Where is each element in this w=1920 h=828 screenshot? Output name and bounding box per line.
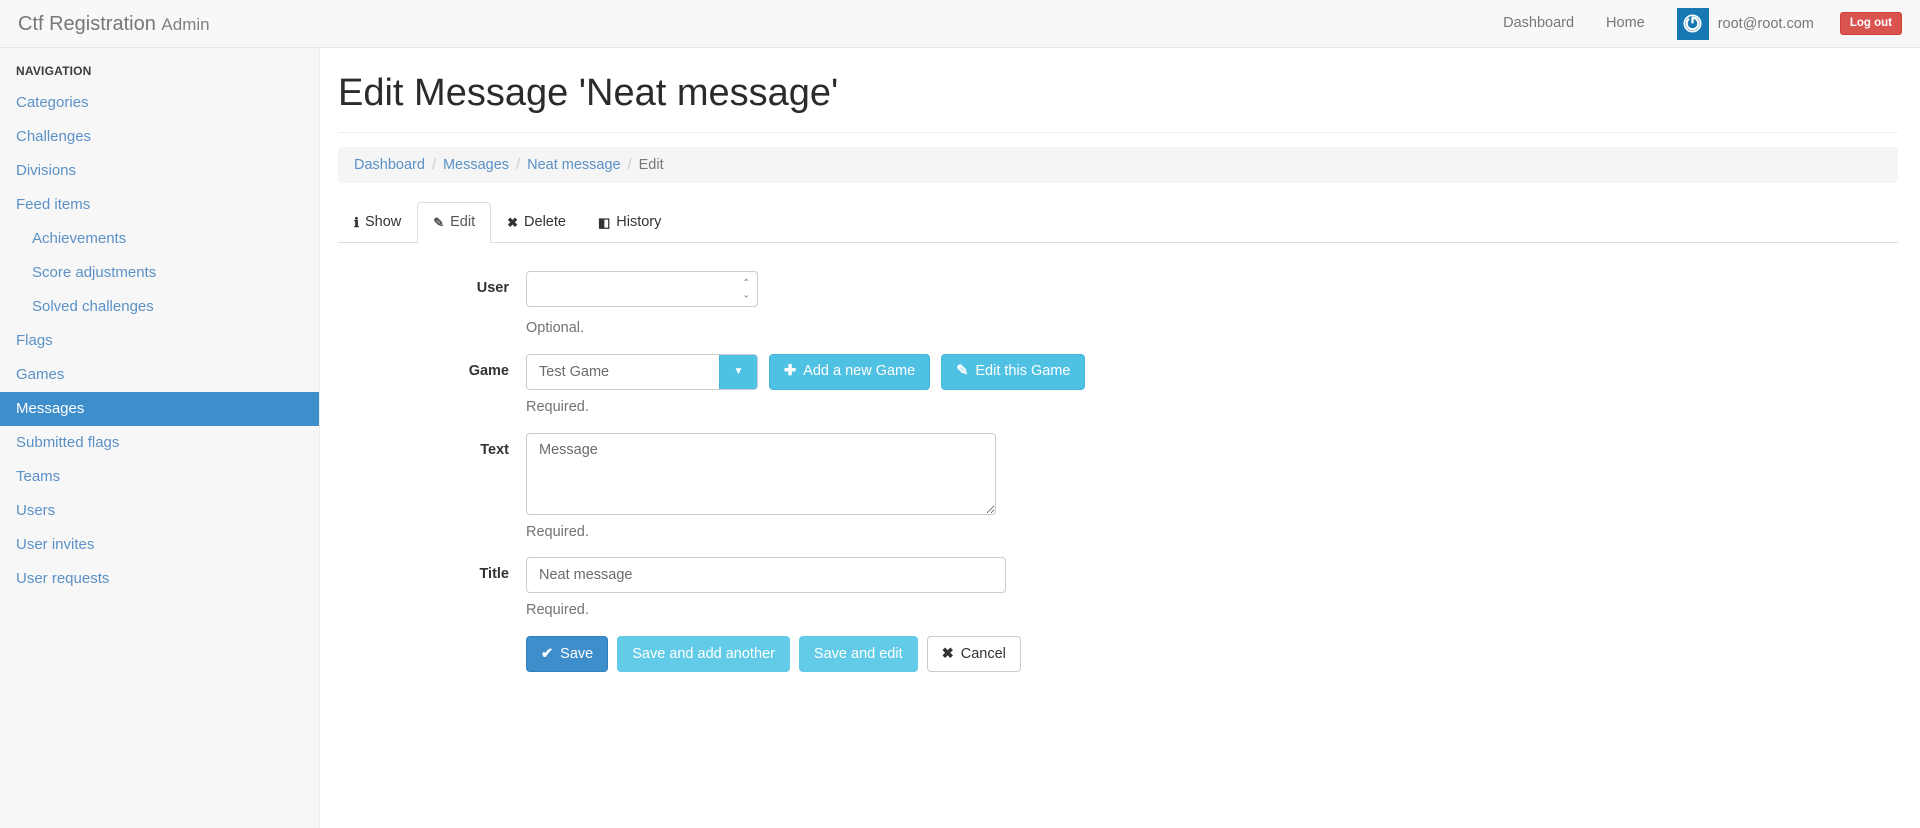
user-label: User [476, 279, 509, 296]
sidebar-item-feed-items[interactable]: Feed items [0, 188, 319, 222]
text-label: Text [480, 441, 509, 458]
main-content: Edit Message 'Neat message' Dashboard / … [321, 48, 1920, 828]
spinner-icons[interactable]: ⌃ ⌄ [742, 278, 750, 299]
edit-this-game-button[interactable]: ✎ Edit this Game [941, 353, 1086, 390]
chevron-up-icon[interactable]: ⌃ [742, 278, 750, 287]
form-row-game: Game Test Game ▼ ✚ Add a new Game ✎ Edit… [338, 353, 1898, 417]
actions-field-wrap: ✔ Save Save and add another Save and edi… [526, 636, 1898, 673]
cancel-button-label: Cancel [960, 646, 1006, 663]
top-navbar: Ctf Registration Admin Dashboard Home ro… [0, 0, 1920, 48]
save-and-edit-button[interactable]: Save and edit [798, 636, 918, 673]
edit-message-form: User ⌃ ⌄ Optional. Game Test Game ▼ ✚ Ad… [338, 270, 1898, 673]
breadcrumb-item-messages[interactable]: Messages [443, 157, 509, 173]
save-button[interactable]: ✔ Save [526, 636, 609, 673]
add-new-game-button[interactable]: ✚ Add a new Game [769, 353, 931, 390]
add-new-game-label: Add a new Game [803, 363, 916, 380]
game-select-value: Test Game [539, 363, 610, 380]
edit-this-game-label: Edit this Game [975, 363, 1071, 380]
nav-link-home[interactable]: Home [1590, 0, 1661, 47]
tab-edit[interactable]: ✎ Edit [417, 202, 492, 243]
sidebar-item-submitted-flags[interactable]: Submitted flags [0, 426, 319, 460]
chevron-down-icon[interactable]: ⌄ [742, 290, 750, 299]
save-and-add-another-button[interactable]: Save and add another [617, 636, 790, 673]
info-icon: ℹ [354, 214, 359, 230]
game-help-text: Required. [526, 398, 589, 415]
book-icon: ◧ [597, 214, 611, 230]
user-select[interactable]: ⌃ ⌄ [526, 270, 758, 307]
tab-delete[interactable]: ✖ Delete [491, 202, 582, 243]
form-row-text: Text Required. [338, 432, 1898, 542]
pencil-icon: ✎ [956, 363, 969, 380]
actions-spacer [338, 636, 526, 645]
form-actions: ✔ Save Save and add another Save and edi… [526, 636, 1898, 673]
game-select[interactable]: Test Game ▼ [526, 353, 758, 390]
form-row-title: Title Required. [338, 557, 1898, 620]
sidebar-item-messages[interactable]: Messages [0, 392, 319, 426]
tab-delete-label: Delete [524, 214, 566, 231]
chevron-down-icon[interactable]: ▼ [719, 354, 757, 389]
plus-icon: ✚ [784, 363, 797, 380]
cross-icon: ✖ [941, 646, 954, 663]
logout-button[interactable]: Log out [1839, 11, 1902, 36]
tab-edit-label: Edit [450, 214, 476, 231]
breadcrumb-item-dashboard[interactable]: Dashboard [354, 157, 425, 173]
brand-sub-label: Admin [161, 14, 210, 34]
page-title: Edit Message 'Neat message' [338, 73, 1898, 133]
sidebar-item-user-invites[interactable]: User invites [0, 528, 319, 562]
sidebar-item-challenges[interactable]: Challenges [0, 120, 319, 154]
user-field-wrap: ⌃ ⌄ Optional. [526, 270, 1898, 338]
title-help-text: Required. [526, 602, 589, 619]
breadcrumb-separator: / [627, 156, 632, 173]
sidebar-item-score-adjustments[interactable]: Score adjustments [0, 256, 319, 290]
save-button-label: Save [560, 646, 594, 663]
text-field-wrap: Required. [526, 432, 1898, 542]
sidebar: NAVIGATION Categories Challenges Divisio… [0, 48, 320, 828]
user-menu[interactable]: root@root.com [1661, 7, 1822, 40]
breadcrumb-item-neat-message[interactable]: Neat message [527, 157, 621, 173]
game-label: Game [468, 362, 509, 379]
cross-icon: ✖ [507, 214, 519, 230]
form-row-actions: ✔ Save Save and add another Save and edi… [338, 636, 1898, 673]
sidebar-item-flags[interactable]: Flags [0, 324, 319, 358]
game-field-wrap: Test Game ▼ ✚ Add a new Game ✎ Edit this… [526, 353, 1898, 417]
power-icon [1676, 7, 1709, 40]
breadcrumb-separator: / [431, 156, 436, 173]
tab-bar: ℹ Show ✎ Edit ✖ Delete ◧ History [338, 201, 1898, 243]
user-help-text: Optional. [526, 319, 585, 336]
sidebar-item-games[interactable]: Games [0, 358, 319, 392]
breadcrumb: Dashboard / Messages / Neat message / Ed… [338, 146, 1898, 183]
sidebar-item-user-requests[interactable]: User requests [0, 562, 319, 596]
title-label: Title [479, 566, 509, 583]
brand-main-label: Ctf Registration [18, 12, 156, 35]
title-input[interactable] [526, 557, 1006, 594]
tab-history[interactable]: ◧ History [582, 202, 677, 243]
sidebar-header: NAVIGATION [16, 64, 92, 78]
check-icon: ✔ [541, 646, 554, 663]
cancel-button[interactable]: ✖ Cancel [926, 636, 1021, 673]
text-help-text: Required. [526, 523, 589, 540]
breadcrumb-item-edit: Edit [638, 156, 664, 173]
breadcrumb-separator: / [516, 156, 521, 173]
sidebar-item-users[interactable]: Users [0, 494, 319, 528]
text-textarea[interactable] [526, 432, 996, 515]
sidebar-item-teams[interactable]: Teams [0, 460, 319, 494]
form-row-user: User ⌃ ⌄ Optional. [338, 270, 1898, 338]
brand-link[interactable]: Ctf Registration Admin [18, 14, 210, 34]
sidebar-item-achievements[interactable]: Achievements [0, 222, 319, 256]
tab-history-label: History [616, 214, 662, 231]
title-field-wrap: Required. [526, 557, 1898, 620]
game-controls: Test Game ▼ ✚ Add a new Game ✎ Edit this… [526, 353, 1898, 390]
tab-show[interactable]: ℹ Show [338, 202, 417, 243]
sidebar-item-divisions[interactable]: Divisions [0, 154, 319, 188]
pencil-icon: ✎ [433, 214, 445, 230]
nav-link-dashboard[interactable]: Dashboard [1487, 0, 1590, 47]
navbar-right-group: Dashboard Home root@root.com Log out [1487, 0, 1902, 47]
sidebar-item-categories[interactable]: Categories [0, 86, 319, 120]
sidebar-item-solved-challenges[interactable]: Solved challenges [0, 290, 319, 324]
user-email-label: root@root.com [1717, 15, 1814, 32]
tab-show-label: Show [364, 214, 402, 231]
